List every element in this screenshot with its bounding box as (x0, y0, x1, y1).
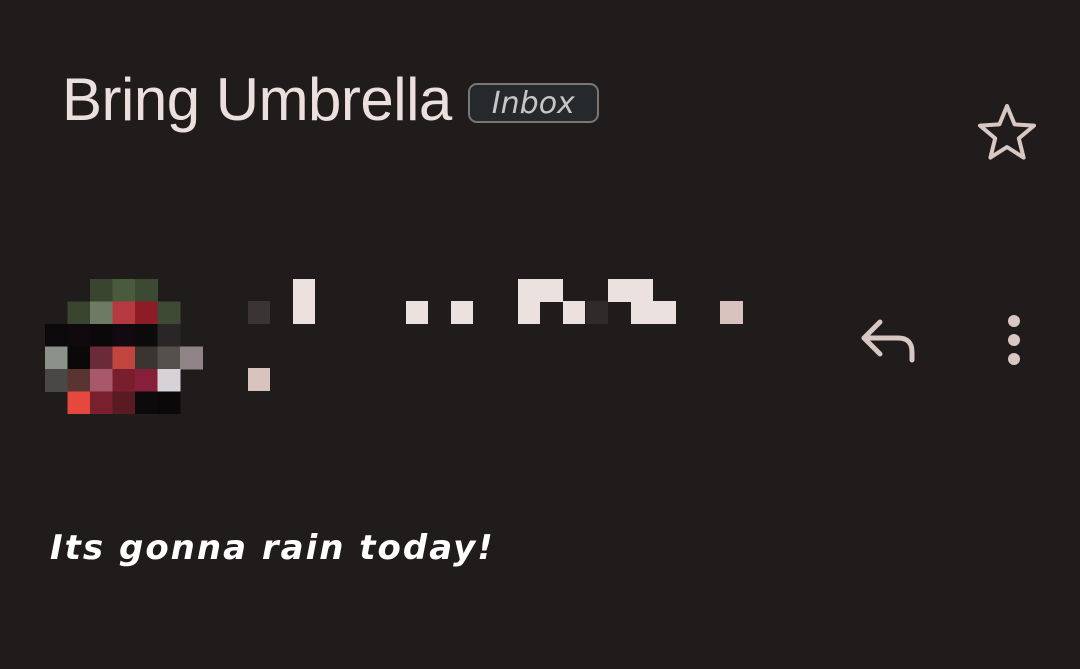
star-icon[interactable] (975, 100, 1039, 164)
more-vert-icon[interactable] (994, 312, 1034, 368)
inbox-label-chip[interactable]: Inbox (467, 83, 599, 123)
email-body: Its gonna rain today! (50, 528, 495, 568)
email-subject: Bring Umbrella (62, 66, 452, 133)
avatar[interactable] (45, 279, 203, 414)
reply-icon[interactable] (856, 312, 920, 368)
sender-name-redacted (248, 279, 743, 391)
subject-row: Bring Umbrella Inbox (62, 64, 599, 136)
